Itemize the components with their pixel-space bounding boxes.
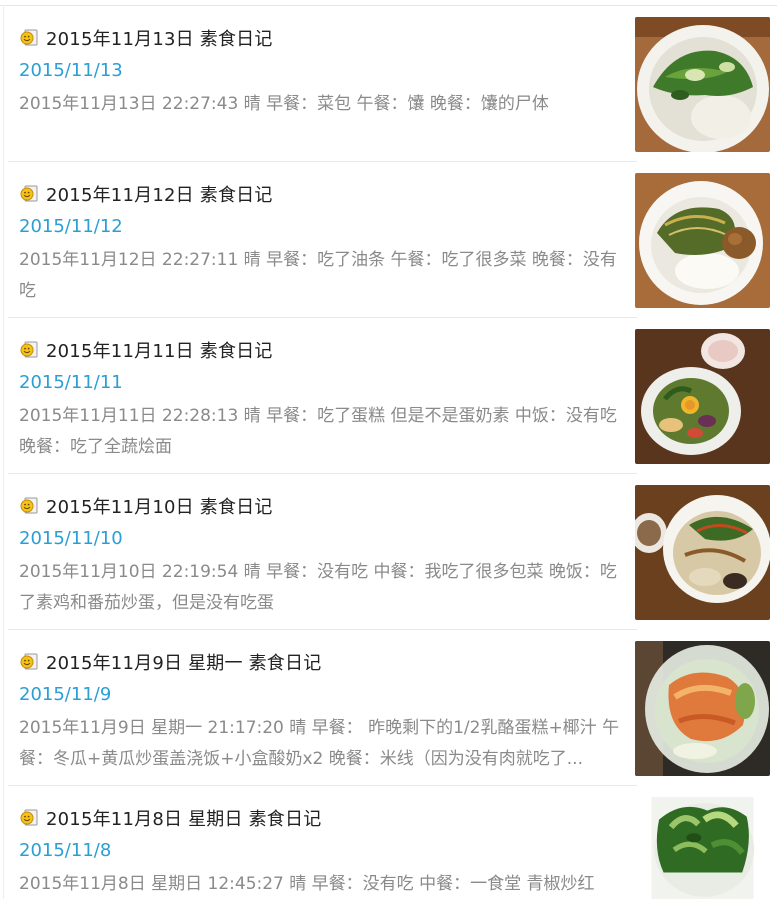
diary-entry[interactable]: 2015年11月13日 素食日记 2015/11/13 2015年11月13日 … bbox=[8, 6, 777, 162]
wax-gourd-box-photo[interactable] bbox=[635, 641, 770, 776]
diary-smiley-icon bbox=[20, 809, 38, 826]
diary-entry[interactable]: 2015年11月9日 星期一 素食日记 2015/11/9 2015年11月9日… bbox=[8, 630, 777, 786]
fried-rice-plate-photo[interactable] bbox=[635, 485, 770, 620]
entry-date-link[interactable]: 2015/11/9 bbox=[19, 684, 111, 705]
diary-entry[interactable]: 2015年11月10日 素食日记 2015/11/10 2015年11月10日 … bbox=[8, 474, 777, 630]
entry-snippet: 2015年11月11日 22:28:13 晴 早餐：吃了蛋糕 但是不是蛋奶素 中… bbox=[19, 406, 617, 457]
entry-snippet: 2015年11月10日 22:19:54 晴 早餐：没有吃 中餐：我吃了很多包菜… bbox=[19, 562, 617, 613]
entry-title-link[interactable]: 2015年11月9日 星期一 素食日记 bbox=[46, 649, 321, 675]
entry-date-link[interactable]: 2015/11/13 bbox=[19, 60, 123, 81]
rice-plate-photo[interactable] bbox=[635, 173, 770, 308]
diary-smiley-icon bbox=[20, 29, 38, 46]
entry-date-link[interactable]: 2015/11/12 bbox=[19, 216, 123, 237]
entry-snippet: 2015年11月13日 22:27:43 晴 早餐：菜包 午餐：馕 晚餐：馕的尸… bbox=[19, 94, 549, 114]
entry-snippet: 2015年11月9日 星期一 21:17:20 晴 早餐： 昨晚剩下的1/2乳酪… bbox=[19, 718, 620, 769]
diary-smiley-icon bbox=[20, 341, 38, 358]
diary-entry[interactable]: 2015年11月8日 星期日 素食日记 2015/11/8 2015年11月8日… bbox=[8, 786, 777, 899]
diary-entry[interactable]: 2015年11月12日 素食日记 2015/11/12 2015年11月12日 … bbox=[8, 162, 777, 318]
entry-title-row[interactable]: 2015年11月10日 素食日记 bbox=[19, 494, 273, 518]
entry-snippet: 2015年11月12日 22:27:11 晴 早餐：吃了油条 午餐：吃了很多菜 … bbox=[19, 250, 617, 301]
entry-title-link[interactable]: 2015年11月11日 素食日记 bbox=[46, 337, 273, 363]
entry-title-row[interactable]: 2015年11月8日 星期日 素食日记 bbox=[19, 806, 321, 830]
entry-title-row[interactable]: 2015年11月11日 素食日记 bbox=[19, 338, 273, 362]
diary-smiley-icon bbox=[20, 185, 38, 202]
entry-title-row[interactable]: 2015年11月13日 素食日记 bbox=[19, 26, 273, 50]
entry-date-link[interactable]: 2015/11/10 bbox=[19, 528, 123, 549]
entry-snippet: 2015年11月8日 星期日 12:45:27 晴 早餐：没有吃 中餐：一食堂 … bbox=[19, 874, 595, 894]
entry-title-link[interactable]: 2015年11月12日 素食日记 bbox=[46, 181, 273, 207]
entry-title-link[interactable]: 2015年11月8日 星期日 素食日记 bbox=[46, 805, 321, 831]
green-vegetable-photo[interactable] bbox=[635, 797, 770, 899]
corn-plate-photo[interactable] bbox=[635, 329, 770, 464]
entry-title-row[interactable]: 2015年11月12日 素食日记 bbox=[19, 182, 273, 206]
entry-title-row[interactable]: 2015年11月9日 星期一 素食日记 bbox=[19, 650, 321, 674]
entry-title-link[interactable]: 2015年11月13日 素食日记 bbox=[46, 25, 273, 51]
entry-date-link[interactable]: 2015/11/11 bbox=[19, 372, 123, 393]
diary-entry[interactable]: 2015年11月11日 素食日记 2015/11/11 2015年11月11日 … bbox=[8, 318, 777, 474]
diary-smiley-icon bbox=[20, 653, 38, 670]
diary-list-page: 2015年11月13日 素食日记 2015/11/13 2015年11月13日 … bbox=[0, 0, 777, 899]
left-border bbox=[3, 5, 4, 899]
diary-smiley-icon bbox=[20, 497, 38, 514]
entry-date-link[interactable]: 2015/11/8 bbox=[19, 840, 111, 861]
entry-title-link[interactable]: 2015年11月10日 素食日记 bbox=[46, 493, 273, 519]
vegetable-plate-photo[interactable] bbox=[635, 17, 770, 152]
